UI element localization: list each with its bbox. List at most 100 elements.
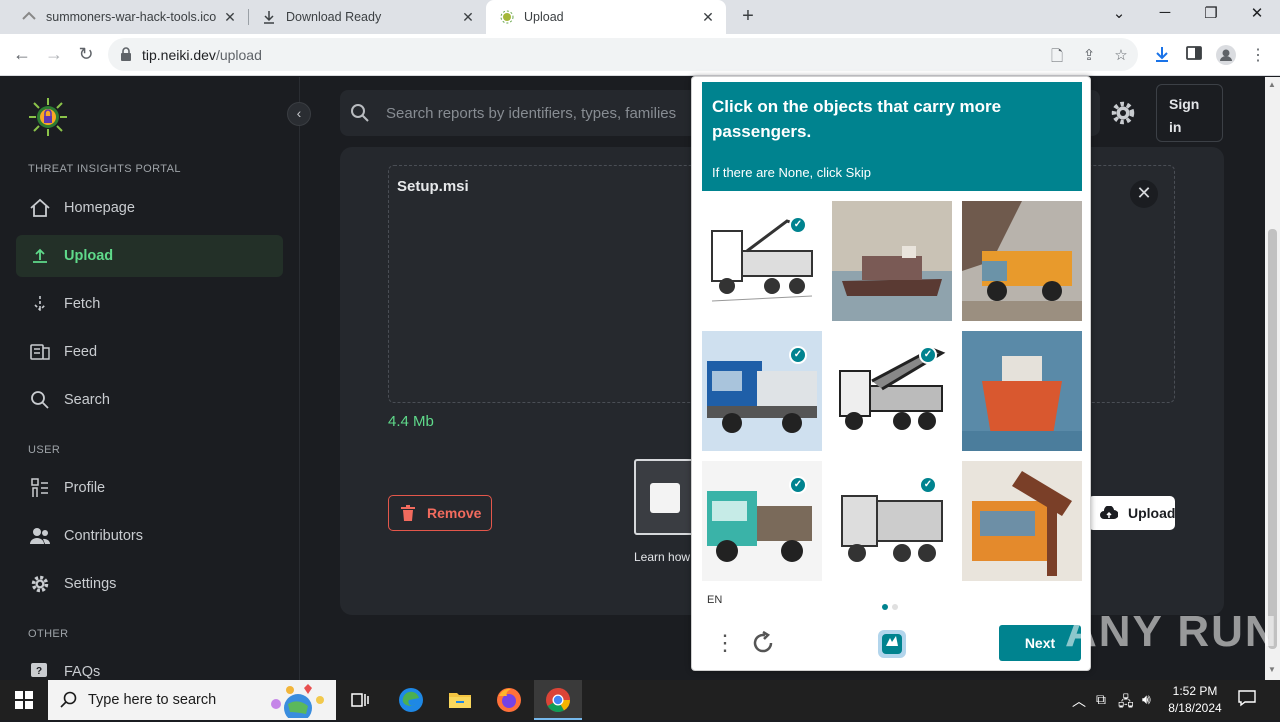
back-icon[interactable]: ← [11, 44, 33, 65]
tutorial-video-thumbnail[interactable] [634, 459, 694, 535]
close-window-icon[interactable]: ✕ [1247, 4, 1267, 22]
tab-download-ready[interactable]: Download Ready ✕ [248, 0, 486, 34]
tray-chevron-up-icon[interactable]: ︿ [1072, 691, 1086, 711]
tab-upload[interactable]: Upload ✕ [486, 0, 726, 34]
home-icon [28, 196, 52, 220]
sidebar-item-settings[interactable]: Settings [16, 563, 283, 605]
cloud-upload-icon [1100, 505, 1119, 520]
tab-summoners[interactable]: summoners-war-hack-tools.ico ✕ [8, 0, 248, 34]
sidebar-item-label: Homepage [64, 200, 135, 216]
neiki-logo-icon [28, 97, 68, 137]
faq-icon: ? [28, 660, 52, 680]
close-tab-icon[interactable]: ✕ [460, 9, 476, 26]
sign-in-button[interactable]: Sign in [1156, 84, 1223, 142]
system-clock[interactable]: 1:52 PM 8/18/2024 [1160, 683, 1230, 717]
sidebar-item-label: Settings [64, 576, 117, 592]
page-icon[interactable]: 🗋 [1048, 46, 1066, 65]
settings-icon [28, 572, 52, 596]
selected-check-icon: ✓ [789, 216, 807, 234]
firefox-icon[interactable] [495, 686, 523, 714]
notifications-icon[interactable] [1238, 689, 1256, 710]
page-scrollbar[interactable]: ▲ ▼ [1265, 77, 1280, 680]
scrollbar-thumb[interactable] [1268, 229, 1277, 649]
close-tab-icon[interactable]: ✕ [700, 9, 716, 26]
sidebar-item-label: Search [64, 392, 110, 408]
hcaptcha-logo-icon [874, 626, 910, 667]
captcha-image-tile[interactable] [832, 201, 952, 321]
captcha-page-dots [882, 597, 902, 615]
address-bar[interactable]: tip.neiki.dev/upload 🗋 ⇪ ☆ [108, 38, 1138, 71]
sidebar-item-label: Upload [64, 248, 114, 264]
download-icon [262, 10, 276, 24]
minimize-icon[interactable]: ─ [1155, 4, 1175, 21]
report-search-input[interactable] [386, 98, 686, 128]
clock-date: 8/18/2024 [1168, 701, 1222, 715]
sign-in-label-line1: Sign [1169, 96, 1200, 112]
task-view-icon[interactable] [346, 686, 374, 714]
collapse-sidebar-chevron-left-icon[interactable]: ‹ [287, 102, 311, 126]
lock-icon [120, 47, 132, 61]
tray-device-icon[interactable]: ⧉ [1096, 691, 1106, 708]
side-panel-icon[interactable] [1184, 45, 1204, 65]
search-highlight-globe-icon [262, 682, 332, 722]
clear-file-close-icon[interactable]: ✕ [1130, 180, 1158, 208]
captcha-image-tile[interactable] [962, 461, 1082, 581]
search-icon [350, 103, 370, 123]
close-tab-icon[interactable]: ✕ [222, 9, 238, 26]
forward-icon[interactable]: → [43, 44, 65, 65]
downloads-icon[interactable] [1152, 45, 1172, 65]
sidebar-item-upload[interactable]: Upload [16, 235, 283, 277]
restore-icon[interactable]: ❐ [1201, 4, 1221, 22]
profile-avatar-icon[interactable] [1216, 45, 1236, 65]
file-explorer-icon[interactable] [446, 686, 474, 714]
page-dot-active [882, 604, 888, 610]
reload-icon[interactable]: ↻ [75, 44, 97, 65]
chrome-taskbar-button[interactable] [534, 680, 582, 720]
gear-icon[interactable] [1110, 100, 1136, 126]
new-tab-button[interactable]: + [738, 5, 758, 28]
captcha-language-selector[interactable]: EN [707, 594, 722, 606]
sidebar-item-label: Feed [64, 344, 98, 360]
taskbar-search-box[interactable]: Type here to search [48, 680, 336, 722]
captcha-image-tile[interactable] [962, 331, 1082, 451]
windows-start-icon[interactable] [0, 680, 48, 720]
captcha-refresh-icon[interactable] [750, 630, 776, 661]
sidebar-item-contributors[interactable]: Contributors [16, 515, 283, 557]
tab-search-icon[interactable]: ⌄ [1109, 4, 1129, 22]
selected-check-icon: ✓ [919, 476, 937, 494]
sidebar-item-label: Contributors [64, 528, 143, 544]
learn-how-link[interactable]: Learn how [634, 550, 690, 564]
sidebar-item-profile[interactable]: Profile [16, 467, 283, 509]
share-icon[interactable]: ⇪ [1080, 46, 1098, 64]
captcha-menu-kebab-icon[interactable]: ⋮ [714, 630, 736, 656]
hcaptcha-challenge: Click on the objects that carry more pas… [691, 76, 1091, 671]
menu-kebab-icon[interactable]: ⋮ [1248, 45, 1268, 65]
sidebar-item-search[interactable]: Search [16, 379, 283, 421]
remove-label: Remove [427, 505, 482, 521]
windows-taskbar: Type here to search ︿ ⧉ 🖧 🔊︎ 1:52 PM 8/1… [0, 680, 1280, 722]
sidebar-item-fetch[interactable]: Fetch [16, 283, 283, 325]
volume-icon[interactable]: 🔊︎ [1142, 691, 1151, 708]
edge-browser-icon[interactable] [397, 686, 425, 714]
globe-icon [22, 10, 36, 24]
browser-tab-bar: summoners-war-hack-tools.ico ✕ Download … [0, 0, 1280, 34]
captcha-image-tile[interactable] [962, 201, 1082, 321]
network-icon[interactable]: 🖧 [1118, 691, 1134, 715]
remove-button[interactable]: Remove [388, 495, 492, 531]
bookmark-star-icon[interactable]: ☆ [1112, 46, 1130, 64]
fetch-icon [28, 292, 52, 316]
tab-title: Download Ready [286, 10, 382, 24]
upload-button[interactable]: Upload [1088, 496, 1175, 530]
feed-icon [28, 340, 52, 364]
section-label-portal: THREAT INSIGHTS PORTAL [28, 163, 181, 175]
chrome-icon [544, 686, 572, 719]
search-icon [28, 388, 52, 412]
scroll-down-icon[interactable]: ▼ [1268, 665, 1276, 674]
sign-in-label-line2: in [1169, 119, 1182, 135]
sidebar-item-label: Profile [64, 480, 106, 496]
sidebar-item-homepage[interactable]: Homepage [16, 187, 283, 229]
scroll-up-icon[interactable]: ▲ [1268, 80, 1276, 89]
sidebar-item-faqs[interactable]: ? FAQs [16, 651, 283, 680]
clock-time: 1:52 PM [1172, 684, 1218, 698]
sidebar-item-feed[interactable]: Feed [16, 331, 283, 373]
